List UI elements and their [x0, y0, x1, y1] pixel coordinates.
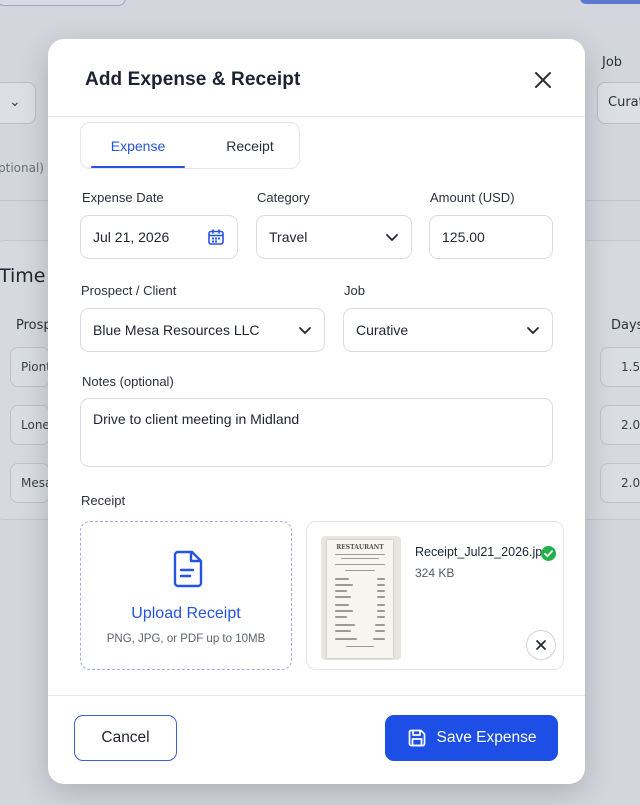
uploaded-file-card: RESTAURANT Receipt_Jul21_2026.jpg 324 KB [306, 521, 564, 670]
receipt-label: Receipt [81, 493, 126, 508]
job-label: Job [344, 283, 365, 298]
save-icon [408, 729, 425, 747]
footer-divider [48, 695, 585, 696]
category-value: Travel [269, 229, 308, 245]
background-row-prospect: Lone [10, 405, 50, 445]
chevron-down-icon [527, 327, 539, 334]
close-icon [535, 72, 551, 88]
expense-date-input[interactable]: Jul 21, 2026 [80, 215, 238, 259]
expense-date-value: Jul 21, 2026 [93, 229, 170, 245]
prospect-value: Blue Mesa Resources LLC [93, 322, 260, 338]
background-section-title: Time [0, 265, 46, 287]
job-select[interactable]: Curative [343, 308, 553, 352]
uploaded-file-size: 324 KB [415, 566, 455, 580]
background-button [0, 0, 126, 6]
background-job-field: Curat [597, 82, 640, 124]
category-select[interactable]: Travel [256, 215, 412, 259]
save-expense-label: Save Expense [436, 729, 537, 746]
chevron-down-icon: ⌄ [9, 94, 21, 110]
remove-file-button[interactable] [526, 630, 556, 660]
uploaded-file-name: Receipt_Jul21_2026.jpg [415, 545, 550, 559]
background-primary-button [580, 0, 640, 4]
cancel-button[interactable]: Cancel [74, 715, 177, 761]
notes-textarea[interactable]: Drive to client meeting in Midland [80, 398, 553, 467]
chevron-down-icon [299, 327, 311, 334]
amount-label: Amount (USD) [430, 190, 515, 205]
tab-expense[interactable]: Expense [91, 123, 185, 168]
header-divider [48, 116, 585, 117]
tab-bar: Expense Receipt [80, 122, 300, 169]
modal-title: Add Expense & Receipt [85, 69, 301, 90]
prospect-select[interactable]: Blue Mesa Resources LLC [80, 308, 325, 352]
upload-receipt-title[interactable]: Upload Receipt [81, 605, 291, 623]
upload-receipt-dropzone[interactable]: Upload Receipt PNG, JPG, or PDF up to 10… [80, 521, 292, 670]
background-col-days: Days [611, 318, 640, 333]
close-button[interactable] [530, 67, 556, 93]
background-optional-text: ptional) [0, 161, 44, 175]
upload-receipt-hint: PNG, JPG, or PDF up to 10MB [106, 633, 266, 645]
expense-date-label: Expense Date [82, 190, 164, 205]
background-col-prospect: Prosp [16, 318, 52, 333]
background-row-days: 2.0 [600, 463, 640, 503]
background-row-days: 2.0 [600, 405, 640, 445]
amount-input[interactable]: 125.00 [429, 215, 553, 259]
amount-value: 125.00 [442, 229, 485, 245]
calendar-icon[interactable] [207, 228, 225, 246]
document-icon [173, 550, 203, 588]
save-expense-button[interactable]: Save Expense [385, 715, 558, 761]
background-row-prospect: Mesa [10, 463, 50, 503]
receipt-thumbnail: RESTAURANT [321, 536, 401, 660]
receipt-thumbnail-title: RESTAURANT [336, 544, 384, 551]
background-job-label: Job [602, 55, 623, 70]
close-icon [536, 640, 546, 650]
notes-label: Notes (optional) [82, 374, 174, 389]
tab-receipt[interactable]: Receipt [201, 123, 299, 168]
category-label: Category [257, 190, 310, 205]
prospect-label: Prospect / Client [81, 283, 177, 298]
background-row-days: 1.5 [600, 347, 640, 387]
chevron-down-icon [386, 234, 398, 241]
background-row-prospect: Piont [10, 347, 50, 387]
add-expense-modal: Add Expense & Receipt Expense Receipt Ex… [48, 39, 585, 784]
job-value: Curative [356, 322, 409, 338]
check-circle-icon [541, 546, 556, 561]
